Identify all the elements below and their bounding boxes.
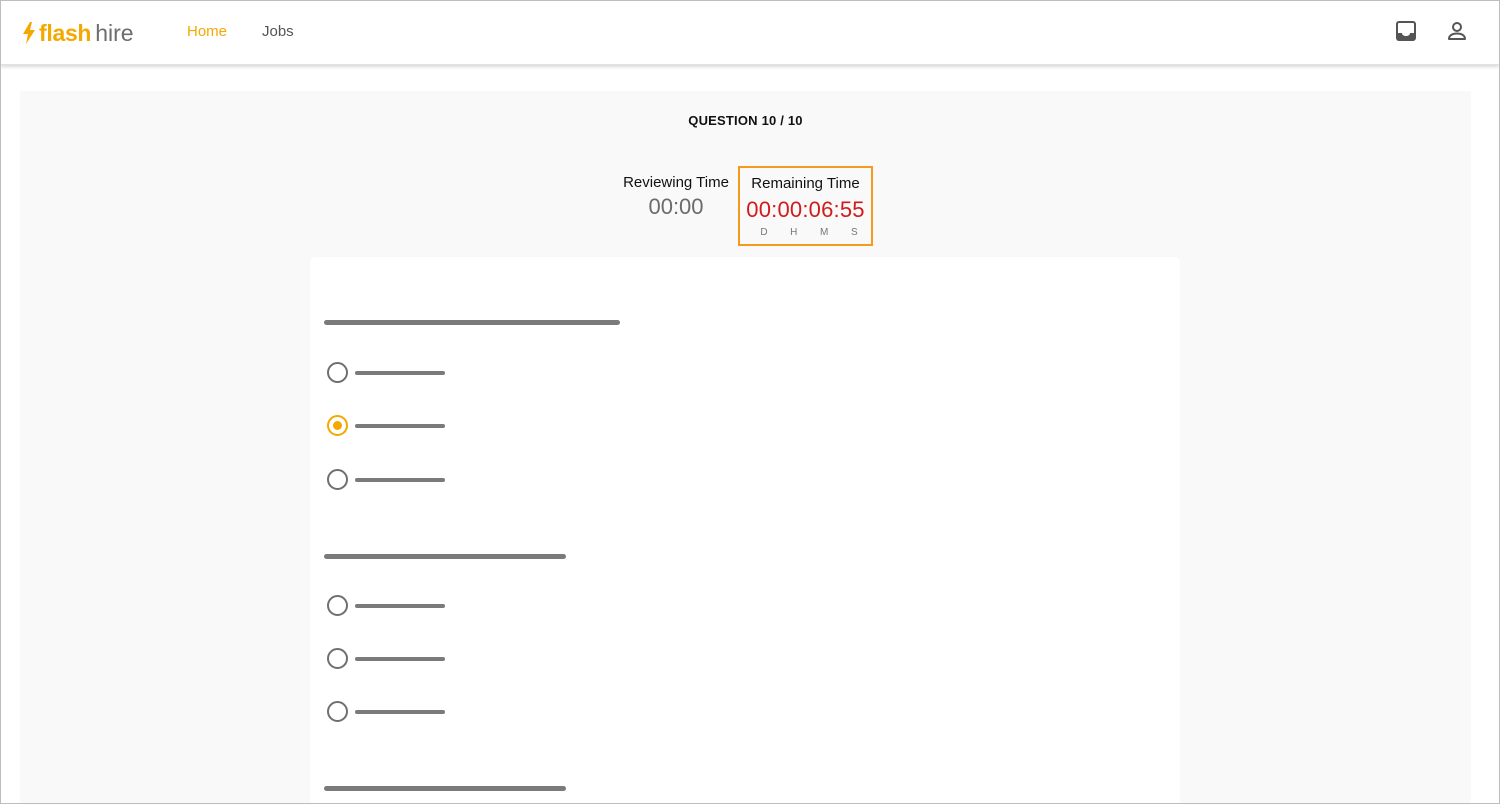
logo-text-hire: hire (95, 19, 134, 46)
reviewing-time: Reviewing Time 00:00 (616, 174, 736, 220)
radio-button[interactable] (327, 701, 348, 722)
answer-option[interactable] (327, 648, 487, 670)
top-bar: flash hire Home Jobs (1, 1, 1499, 65)
remaining-time-label: Remaining Time (751, 175, 860, 192)
unit-seconds: S (851, 227, 858, 238)
reviewing-time-value: 00:00 (648, 194, 704, 219)
answer-option[interactable] (327, 469, 487, 491)
radio-button[interactable] (327, 469, 348, 490)
radio-button[interactable] (327, 648, 348, 669)
question-text-placeholder (324, 786, 566, 791)
remaining-time-box: Remaining Time 00:00:06:55 D H M S (738, 166, 873, 246)
reviewing-time-label: Reviewing Time (623, 174, 729, 191)
question-card (310, 257, 1180, 803)
option-text-placeholder (355, 604, 445, 608)
option-text-placeholder (355, 424, 445, 428)
option-text-placeholder (355, 710, 445, 714)
question-counter: QUESTION 10 / 10 (688, 113, 803, 128)
inbox-icon[interactable] (1394, 19, 1418, 43)
radio-button[interactable] (327, 595, 348, 616)
question-text-placeholder (324, 554, 566, 559)
radio-button[interactable] (327, 415, 348, 436)
unit-minutes: M (820, 227, 829, 238)
unit-hours: H (790, 227, 798, 238)
logo-text-flash: flash (39, 19, 92, 46)
option-text-placeholder (355, 657, 445, 661)
quiz-content: QUESTION 10 / 10 Reviewing Time 00:00 Re… (20, 91, 1471, 803)
lightning-bolt-icon (23, 22, 35, 44)
question-text-placeholder (324, 320, 620, 325)
answer-option[interactable] (327, 701, 487, 723)
user-icon[interactable] (1445, 19, 1469, 43)
radio-button[interactable] (327, 362, 348, 383)
option-text-placeholder (355, 478, 445, 482)
time-units: D H M S (749, 227, 869, 238)
answer-option[interactable] (327, 595, 487, 617)
answer-option[interactable] (327, 415, 487, 437)
option-text-placeholder (355, 371, 445, 375)
flashhire-logo[interactable]: flash hire (22, 18, 134, 48)
nav-home-link[interactable]: Home (187, 23, 227, 40)
answer-option[interactable] (327, 362, 487, 384)
nav-jobs-link[interactable]: Jobs (262, 23, 294, 40)
app-frame: flash hire Home Jobs QUESTION 10 / 10 Re… (0, 0, 1500, 804)
unit-days: D (760, 227, 768, 238)
remaining-time-value: 00:00:06:55 (746, 197, 865, 222)
